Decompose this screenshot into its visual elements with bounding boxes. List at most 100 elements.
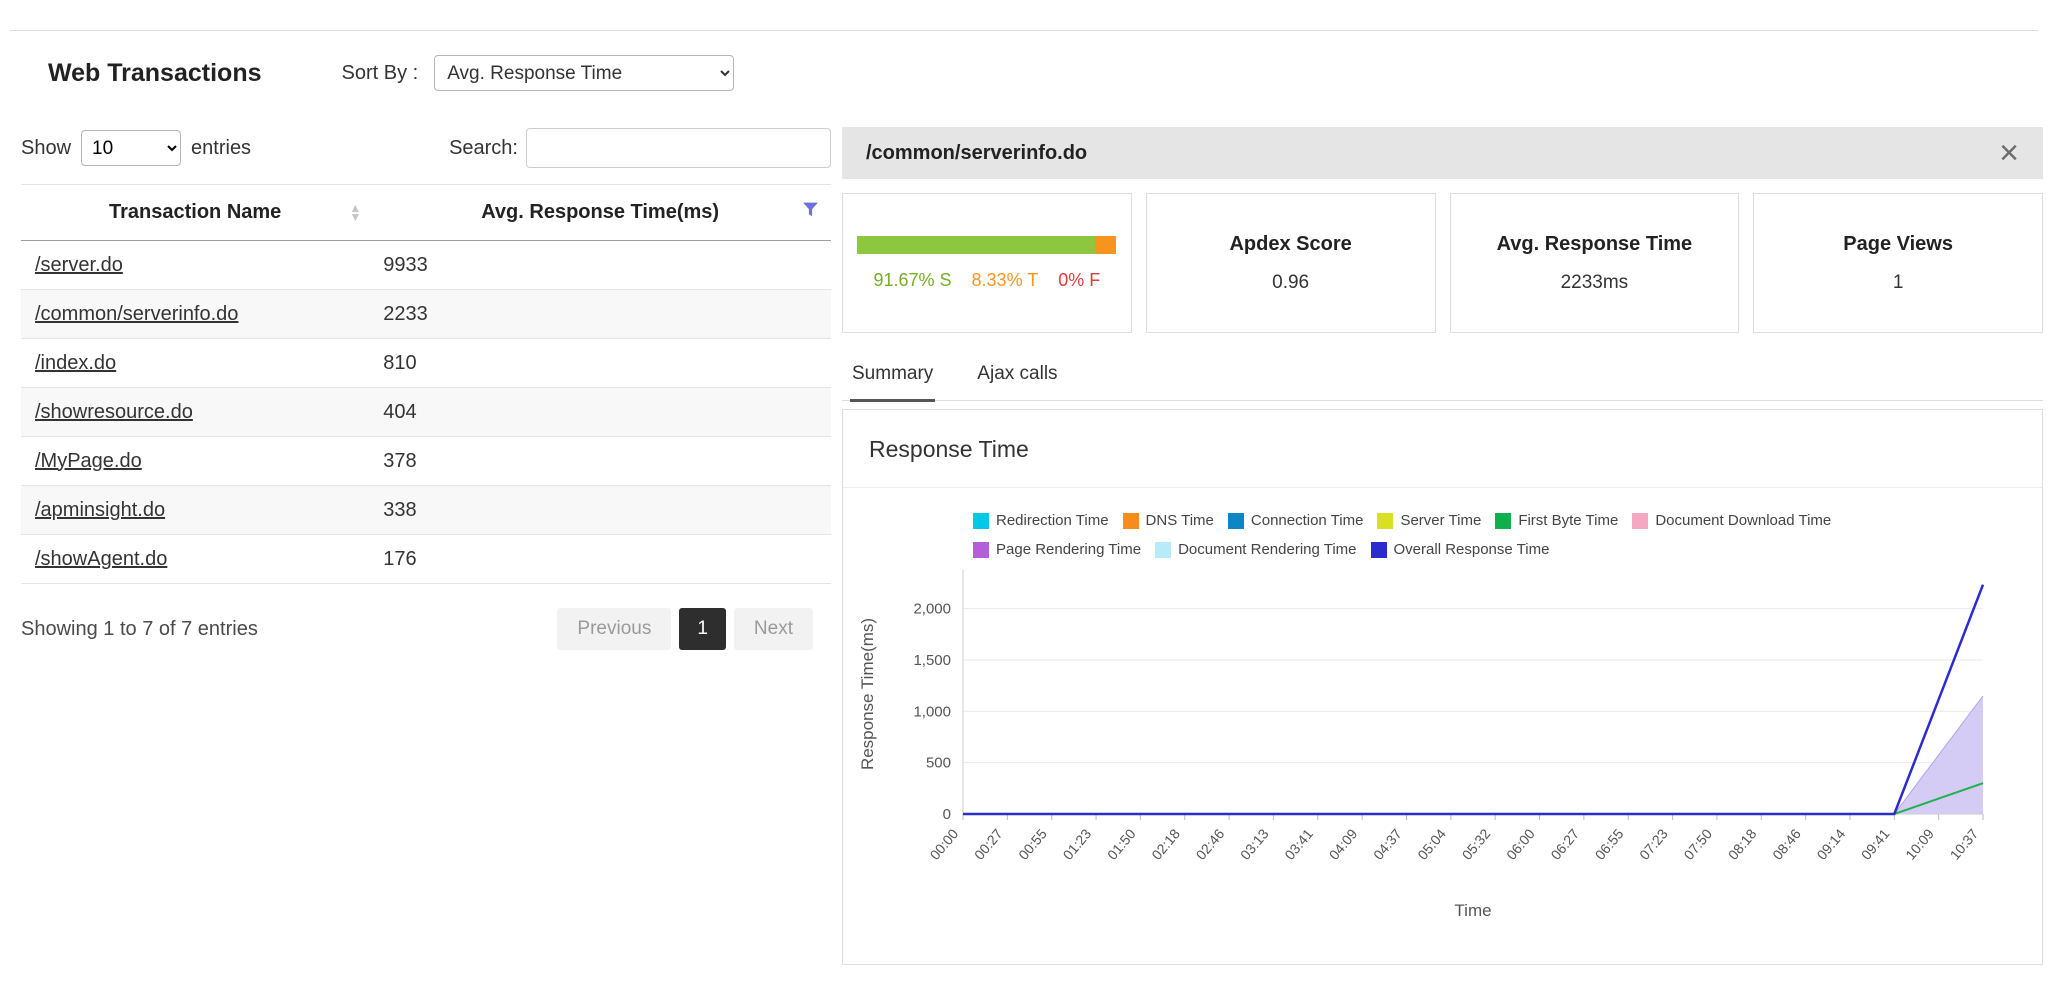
- legend-label: Server Time: [1400, 512, 1481, 529]
- column-header-transaction-name[interactable]: Transaction Name ▲▼: [21, 185, 369, 241]
- legend-item[interactable]: Server Time: [1377, 512, 1481, 529]
- svg-text:04:09: 04:09: [1326, 825, 1361, 862]
- response-time-chart: 05001,0001,5002,00000:0000:2700:5501:230…: [843, 562, 2042, 964]
- svg-text:06:55: 06:55: [1592, 825, 1627, 862]
- transaction-link[interactable]: /MyPage.do: [35, 450, 142, 472]
- svg-text:0: 0: [943, 806, 951, 823]
- show-entries-label: Show: [21, 137, 71, 160]
- transaction-link[interactable]: /showAgent.do: [35, 548, 167, 570]
- svg-text:05:32: 05:32: [1459, 825, 1494, 862]
- apdex-segment-label: 91.67% S: [873, 270, 951, 291]
- response-time-panel: Response Time Redirection Time DNS Time Co…: [842, 409, 2043, 965]
- entries-info: Showing 1 to 7 of 7 entries: [21, 618, 258, 641]
- stat-cards: 91.67% S 8.33% T 0% F Apdex Score 0.96 Avg…: [842, 193, 2043, 333]
- svg-text:Response Time(ms): Response Time(ms): [858, 618, 877, 770]
- legend-swatch: [1377, 513, 1393, 529]
- legend-swatch: [973, 513, 989, 529]
- svg-text:03:41: 03:41: [1281, 825, 1316, 862]
- legend-item[interactable]: Page Rendering Time: [973, 541, 1141, 558]
- column-header-label: Transaction Name: [109, 201, 281, 223]
- close-icon[interactable]: ×: [1999, 136, 2019, 170]
- show-entries-select[interactable]: 10: [81, 130, 181, 166]
- svg-text:06:00: 06:00: [1503, 825, 1538, 862]
- legend-label: Document Rendering Time: [1178, 541, 1356, 558]
- svg-text:03:13: 03:13: [1237, 825, 1272, 862]
- card-title: Avg. Response Time: [1497, 233, 1693, 256]
- svg-text:05:04: 05:04: [1414, 825, 1449, 862]
- filter-funnel-icon[interactable]: [802, 201, 819, 224]
- legend-item[interactable]: First Byte Time: [1495, 512, 1618, 529]
- apdex-labels: 91.67% S 8.33% T 0% F: [873, 270, 1100, 291]
- svg-text:01:50: 01:50: [1104, 825, 1139, 862]
- sort-arrows-icon[interactable]: ▲▼: [349, 204, 361, 222]
- legend-item[interactable]: Document Download Time: [1632, 512, 1831, 529]
- top-bar: Web Transactions Sort By : Avg. Response…: [10, 30, 2038, 117]
- previous-page-button[interactable]: Previous: [557, 608, 671, 650]
- transaction-link[interactable]: /showresource.do: [35, 401, 193, 423]
- apdex-bar-segment: [1095, 236, 1117, 254]
- search-control: Search:: [449, 128, 831, 168]
- transaction-avg-response-time: 810: [369, 339, 831, 388]
- table-row: /showAgent.do 176: [21, 535, 831, 584]
- transaction-avg-response-time: 404: [369, 388, 831, 437]
- svg-text:10:37: 10:37: [1947, 825, 1982, 862]
- apdex-bar-segment: [857, 236, 1094, 254]
- search-label: Search:: [449, 137, 518, 160]
- legend-label: Page Rendering Time: [996, 541, 1141, 558]
- transaction-avg-response-time: 176: [369, 535, 831, 584]
- transaction-link[interactable]: /apminsight.do: [35, 499, 165, 521]
- svg-text:500: 500: [926, 755, 951, 772]
- svg-text:07:50: 07:50: [1680, 825, 1715, 862]
- table-row: /apminsight.do338: [21, 486, 831, 535]
- pagination: Previous 1 Next: [557, 608, 813, 650]
- legend-label: DNS Time: [1146, 512, 1214, 529]
- entries-label: entries: [191, 137, 251, 160]
- svg-text:Time: Time: [1454, 901, 1491, 920]
- legend-swatch: [1155, 542, 1171, 558]
- table-row: /showresource.do 404: [21, 388, 831, 437]
- transaction-link[interactable]: /index.do: [35, 352, 116, 374]
- table-row: /MyPage.do378: [21, 437, 831, 486]
- apdex-distribution-card: 91.67% S 8.33% T 0% F: [842, 193, 1132, 333]
- sort-by-select[interactable]: Avg. Response Time: [434, 55, 734, 91]
- svg-text:10:09: 10:09: [1902, 825, 1937, 862]
- next-page-button[interactable]: Next: [734, 608, 813, 650]
- apdex-segment-label: 0% F: [1058, 270, 1100, 291]
- legend-item[interactable]: Document Rendering Time: [1155, 541, 1356, 558]
- svg-text:08:46: 08:46: [1769, 825, 1804, 862]
- column-header-avg-response-time[interactable]: Avg. Response Time(ms): [369, 185, 831, 241]
- sort-by-label: Sort By :: [342, 62, 419, 85]
- table-controls: Show 10 entries Search:: [21, 128, 831, 168]
- transaction-link[interactable]: /server.do: [35, 254, 123, 276]
- table-row: /common/serverinfo.do2233: [21, 290, 831, 339]
- legend-item[interactable]: Overall Response Time: [1371, 541, 1550, 558]
- chart-container: Redirection Time DNS Time Connection Time S…: [843, 487, 2042, 964]
- svg-text:08:18: 08:18: [1725, 825, 1760, 862]
- svg-text:01:23: 01:23: [1060, 825, 1095, 862]
- legend-label: Document Download Time: [1655, 512, 1831, 529]
- svg-text:09:14: 09:14: [1813, 825, 1848, 862]
- detail-tabs: Summary Ajax calls: [842, 357, 2043, 401]
- tab-summary[interactable]: Summary: [850, 357, 935, 402]
- apdex-bar: [857, 236, 1116, 254]
- transactions-list-panel: Show 10 entries Search: Transaction Name…: [21, 128, 831, 650]
- legend-item[interactable]: Redirection Time: [973, 512, 1109, 529]
- card-title: Page Views: [1843, 233, 1953, 256]
- legend-item[interactable]: Connection Time: [1228, 512, 1364, 529]
- page-number-button[interactable]: 1: [679, 608, 726, 650]
- legend-item[interactable]: DNS Time: [1123, 512, 1214, 529]
- tab-ajax-calls[interactable]: Ajax calls: [975, 357, 1059, 400]
- sort-by-control: Sort By : Avg. Response Time: [342, 55, 735, 91]
- transaction-link[interactable]: /common/serverinfo.do: [35, 303, 238, 325]
- chart-section-title: Response Time: [843, 410, 2042, 487]
- transactions-tbody: /server.do9933/common/serverinfo.do2233/…: [21, 241, 831, 584]
- legend-swatch: [1371, 542, 1387, 558]
- apdex-score-card: Apdex Score 0.96: [1146, 193, 1436, 333]
- legend-label: First Byte Time: [1518, 512, 1618, 529]
- avg-response-time-card: Avg. Response Time 2233ms: [1450, 193, 1740, 333]
- card-value: 2233ms: [1561, 272, 1629, 294]
- search-input[interactable]: [526, 128, 831, 168]
- svg-text:1,500: 1,500: [913, 652, 951, 669]
- apdex-segment-label: 8.33% T: [972, 270, 1039, 291]
- table-row: /server.do9933: [21, 241, 831, 290]
